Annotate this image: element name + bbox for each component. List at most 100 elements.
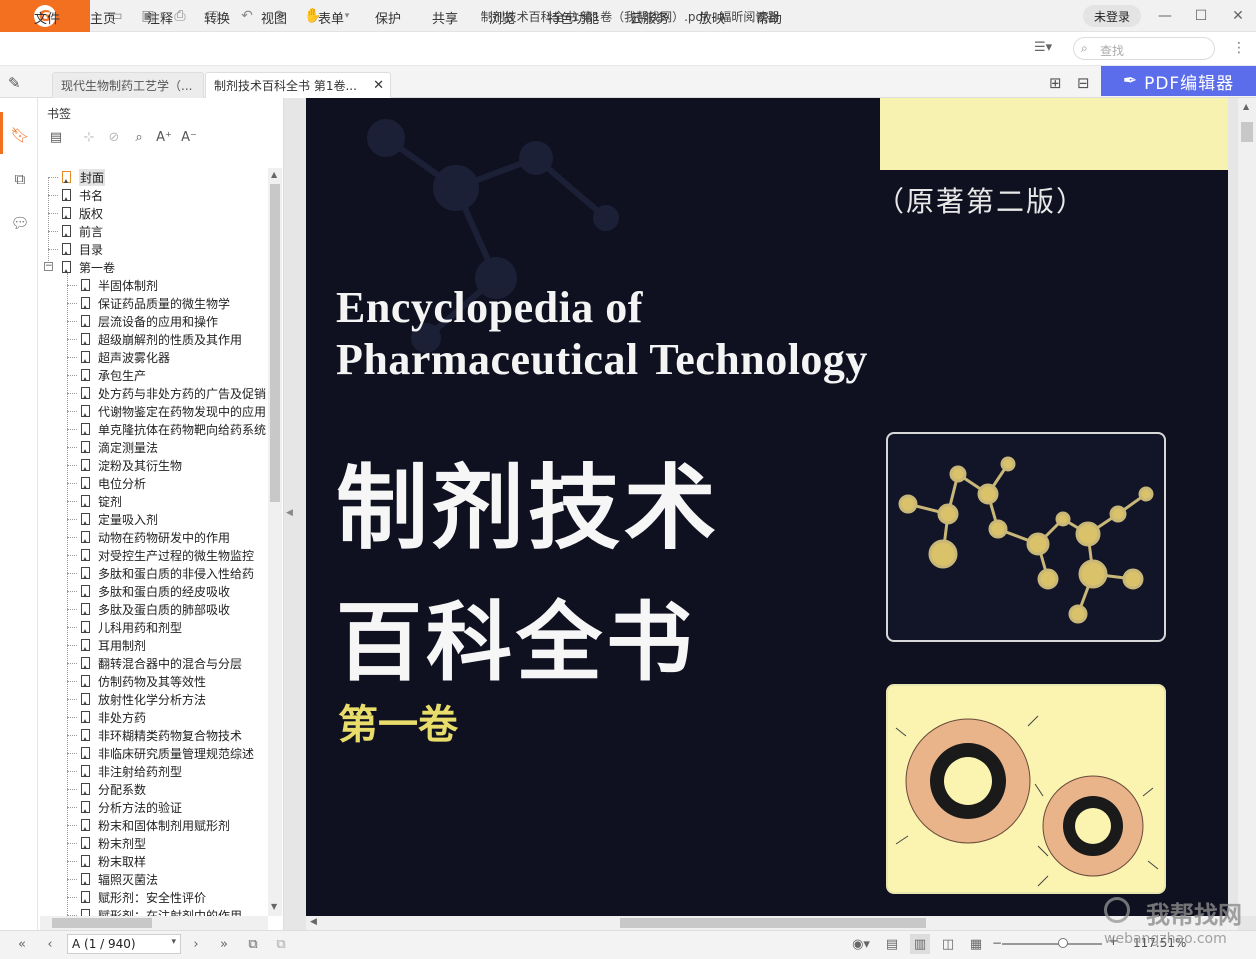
menu-convert[interactable]: 转换 [204,8,230,27]
tab-document-1[interactable]: 现代生物制药工艺学（... [52,72,204,98]
prev-page-icon[interactable]: ‹ [40,934,60,954]
bookmark-child-item[interactable]: 滴定测量法 [81,438,158,456]
bookmark-child-item[interactable]: 粉末剂型 [81,834,146,852]
search-box[interactable]: ⌕ 查找 [1073,37,1215,60]
bookmark-child-item[interactable]: 保证药品质量的微生物学 [81,294,230,312]
page-view-icon[interactable]: ⊟ [1077,74,1090,92]
menu-help[interactable]: 帮助 [756,8,782,27]
scroll-up-icon[interactable]: ▲ [271,170,277,179]
bookmark-child-item[interactable]: 淀粉及其衍生物 [81,456,182,474]
next-view-icon[interactable]: ⧉ [271,934,291,954]
menu-share[interactable]: 共享 [432,8,458,27]
menu-cloud[interactable]: 云服务 [630,8,669,27]
bookmark-child-item[interactable]: 儿科用药和剂型 [81,618,182,636]
bookmark-hscroll-thumb[interactable] [52,918,152,928]
undo-icon[interactable]: ↶ [237,6,257,26]
edit-pen-icon[interactable]: ✎ [8,74,21,92]
bookmark-child-item[interactable]: 粉末取样 [81,852,146,870]
bookmark-child-item[interactable]: 超声波雾化器 [81,348,170,366]
bookmark-child-item[interactable]: 赋形剂：安全性评价 [81,888,206,906]
bookmark-child-item[interactable]: 分析方法的验证 [81,798,182,816]
bookmark-item[interactable]: 书名 [62,186,103,204]
font-decrease-icon[interactable]: A⁻ [180,128,198,146]
minimize-icon[interactable]: — [1147,4,1183,28]
page-thumbnails-icon[interactable]: ⧉ [9,168,31,190]
bookmark-item[interactable]: 封面 [62,168,106,186]
maximize-icon[interactable]: ☐ [1183,4,1219,28]
font-increase-icon[interactable]: A⁺ [155,128,173,146]
bookmark-child-item[interactable]: 动物在药物研发中的作用 [81,528,230,546]
previous-view-icon[interactable]: ⧉ [243,934,263,954]
zoom-out-icon[interactable]: − [992,936,1002,950]
menu-protect[interactable]: 保护 [375,8,401,27]
menu-file[interactable]: 文件 [34,8,60,27]
bookmark-panel-icon[interactable]: 🔖︎ [9,124,31,146]
delete-bookmark-icon[interactable]: ⊘ [105,128,123,146]
menu-home[interactable]: 主页 [90,8,116,27]
bookmark-item[interactable]: 第一卷 [62,258,115,276]
document-scroll-thumb[interactable] [1241,122,1253,142]
page-number-input[interactable]: A (1 / 940) ▾ [67,934,181,954]
menu-comment[interactable]: 注释 [147,8,173,27]
comments-panel-icon[interactable]: 💬︎ [9,212,31,234]
continuous-facing-icon[interactable]: ▦ [966,934,986,954]
first-page-icon[interactable]: « [12,934,32,954]
close-window-icon[interactable]: ✕ [1220,4,1256,28]
doc-scroll-left-icon[interactable]: ◀ [310,917,317,927]
bookmark-child-item[interactable]: 耳用制剂 [81,636,146,654]
bookmark-child-item[interactable]: 电位分析 [81,474,146,492]
page-dropdown-icon[interactable]: ▾ [171,937,176,947]
bookmark-child-item[interactable]: 处方药与非处方药的广告及促销 [81,384,266,402]
close-tab-icon[interactable]: ✕ [373,78,384,93]
bookmark-child-item[interactable]: 承包生产 [81,366,146,384]
add-bookmark-icon[interactable]: ⊹ [80,128,98,146]
bookmark-child-item[interactable]: 辐照灭菌法 [81,870,158,888]
bookmark-child-item[interactable]: 多肽和蛋白质的非侵入性给药 [81,564,254,582]
search-input[interactable]: 查找 [1100,42,1124,59]
next-page-icon[interactable]: › [186,934,206,954]
collapse-toggle-icon[interactable]: − [44,262,53,271]
bookmark-child-item[interactable]: 单克隆抗体在药物靶向给药系统 [81,420,266,438]
document-vertical-scrollbar[interactable] [1238,98,1256,916]
bookmark-child-item[interactable]: 非环糊精类药物复合物技术 [81,726,242,744]
bookmark-child-item[interactable]: 锭剂 [81,492,122,510]
bookmark-item[interactable]: 目录 [62,240,103,258]
bookmark-child-item[interactable]: 仿制药物及其等效性 [81,672,206,690]
zoom-slider-handle[interactable] [1058,938,1068,948]
bookmark-child-item[interactable]: 定量吸入剂 [81,510,158,528]
bookmark-child-item[interactable]: 代谢物鉴定在药物发现中的应用 [81,402,266,420]
bookmark-child-item[interactable]: 超级崩解剂的性质及其作用 [81,330,242,348]
facing-page-icon[interactable]: ◫ [938,934,958,954]
bookmark-child-item[interactable]: 多肽和蛋白质的经皮吸收 [81,582,230,600]
bookmark-child-item[interactable]: 分配系数 [81,780,146,798]
bookmark-child-item[interactable]: 层流设备的应用和操作 [81,312,218,330]
bookmark-child-item[interactable]: 非处方药 [81,708,146,726]
bookmark-child-item[interactable]: 赋形剂：在注射剂中的作用 [81,906,242,916]
more-options-icon[interactable]: ⋮ [1232,40,1246,56]
menu-view[interactable]: 视图 [261,8,287,27]
document-hscroll-thumb[interactable] [620,918,926,928]
bookmark-scroll-thumb[interactable] [270,184,280,502]
grid-view-icon[interactable]: ⊞ [1049,74,1062,92]
pdf-editor-button[interactable]: ✒ PDF编辑器 [1101,66,1256,96]
read-mode-icon[interactable]: ◉▾ [846,934,876,954]
bookmark-search-icon[interactable]: ⌕ [130,128,148,146]
bookmark-child-item[interactable]: 非注射给药剂型 [81,762,182,780]
continuous-page-icon[interactable]: ▥ [910,934,930,954]
tab-document-2[interactable]: 制剂技术百科全书 第1卷... ✕ [205,72,391,98]
login-button[interactable]: 未登录 [1083,5,1141,27]
last-page-icon[interactable]: » [214,934,234,954]
menu-form[interactable]: 表单 [318,8,344,27]
menu-browse[interactable]: 浏览 [489,8,515,27]
bookmark-child-item[interactable]: 翻转混合器中的混合与分层 [81,654,242,672]
zoom-slider[interactable] [1002,943,1102,945]
bookmark-item[interactable]: 版权 [62,204,103,222]
bookmark-options-icon[interactable]: ▤ [47,128,65,146]
doc-scroll-up-icon[interactable]: ▲ [1243,102,1249,111]
collapse-panel-icon[interactable]: ◀ [286,508,293,518]
bookmark-child-item[interactable]: 非临床研究质量管理规范综述 [81,744,254,762]
bookmark-child-item[interactable]: 多肽及蛋白质的肺部吸收 [81,600,230,618]
menu-slideshow[interactable]: 放映 [699,8,725,27]
bookmark-child-item[interactable]: 粉末和固体制剂用赋形剂 [81,816,230,834]
search-options-icon[interactable]: ☰▾ [1034,40,1052,55]
